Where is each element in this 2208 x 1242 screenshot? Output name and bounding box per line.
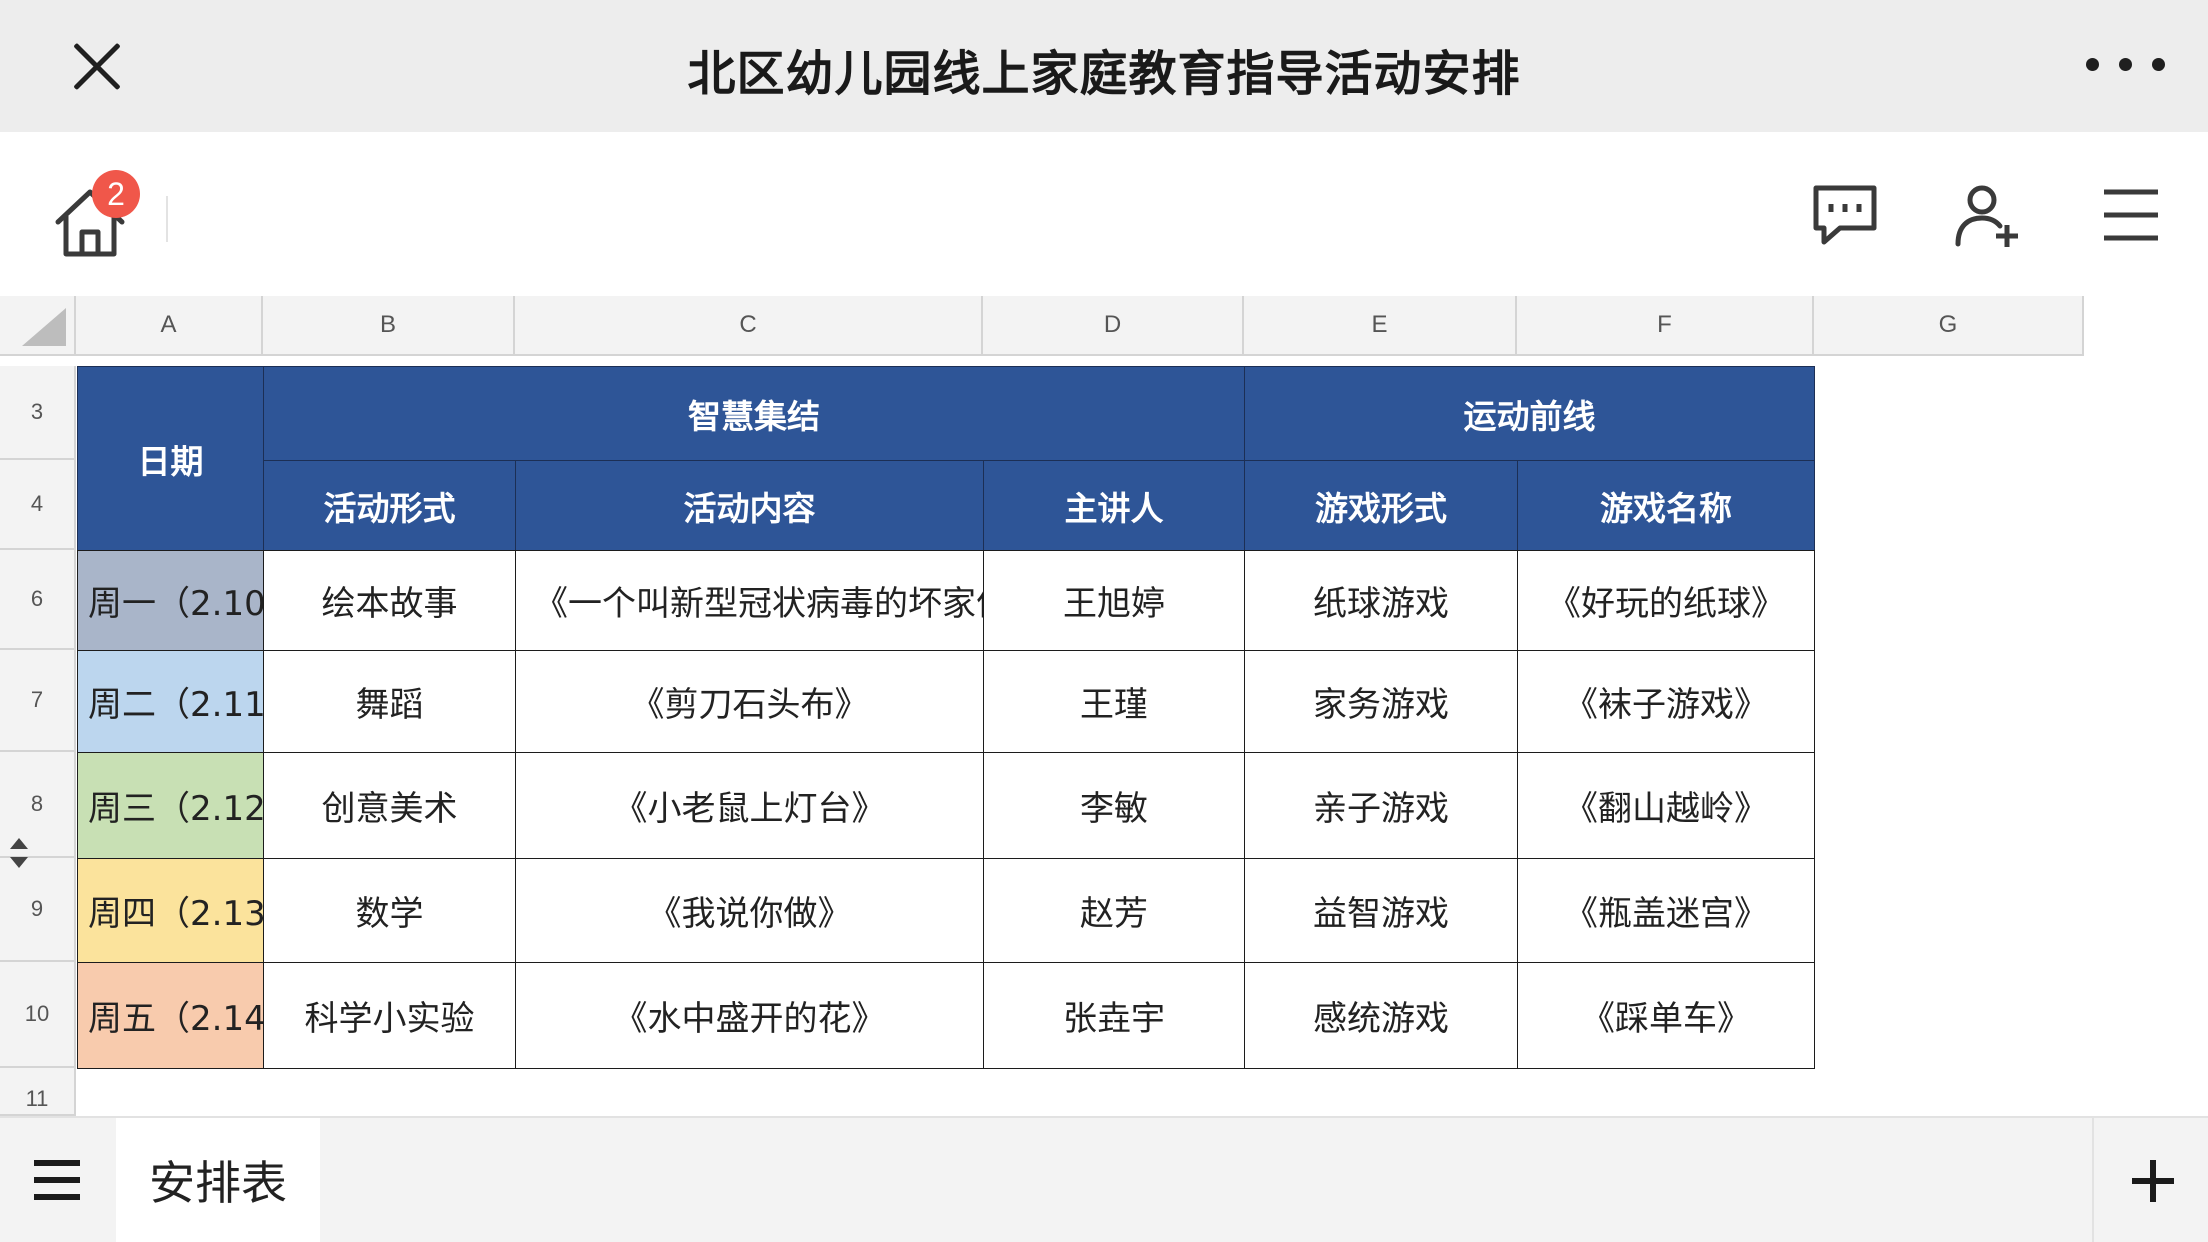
date-cell[interactable]: 周五（2.14) [77, 962, 264, 1069]
activity-content-cell[interactable]: 《水中盛开的花》 [515, 962, 984, 1069]
speaker-cell[interactable]: 赵芳 [983, 858, 1245, 963]
speaker-cell[interactable]: 王瑾 [983, 650, 1245, 753]
row-header-9[interactable]: 9 [0, 858, 76, 962]
date-cell[interactable]: 周一（2.10) [77, 550, 264, 651]
group-header-sports[interactable]: 运动前线 [1244, 366, 1815, 461]
comment-icon [1813, 185, 1877, 245]
more-options-icon[interactable] [2086, 58, 2166, 74]
game-name-cell[interactable]: 《踩单车》 [1517, 962, 1815, 1069]
column-header-e[interactable]: E [1244, 296, 1517, 356]
add-user-icon [1955, 185, 2018, 247]
subheader-speaker[interactable]: 主讲人 [983, 460, 1245, 551]
game-name-cell[interactable]: 《翻山越岭》 [1517, 752, 1815, 859]
row-header-10[interactable]: 10 [0, 962, 76, 1068]
notification-badge: 2 [92, 170, 140, 218]
activity-form-cell[interactable]: 数学 [263, 858, 516, 963]
activity-content-cell[interactable]: 《小老鼠上灯台》 [515, 752, 984, 859]
column-header-d[interactable]: D [983, 296, 1244, 356]
column-header-f[interactable]: F [1517, 296, 1814, 356]
menu-button[interactable] [2096, 180, 2166, 250]
activity-content-cell[interactable]: 《一个叫新型冠状病毒的坏家伙 [515, 550, 984, 651]
game-name-cell[interactable]: 《袜子游戏》 [1517, 650, 1815, 753]
row-header-6[interactable]: 6 [0, 550, 76, 650]
game-form-cell[interactable]: 家务游戏 [1244, 650, 1518, 753]
activity-form-cell[interactable]: 创意美术 [263, 752, 516, 859]
activity-form-cell[interactable]: 舞蹈 [263, 650, 516, 753]
date-cell[interactable]: 周二（2.11) [77, 650, 264, 753]
row-header-3[interactable]: 3 [0, 366, 76, 460]
spreadsheet-grid[interactable]: A B C D E F G 3 4 6 7 8 9 10 11 日期 智慧集结 … [0, 296, 2208, 1116]
row-resize-handle-icon[interactable] [8, 836, 30, 870]
game-form-cell[interactable]: 纸球游戏 [1244, 550, 1518, 651]
column-header-b[interactable]: B [263, 296, 515, 356]
column-header-c[interactable]: C [515, 296, 983, 356]
hamburger-menu-icon [2104, 189, 2158, 241]
comment-button[interactable] [1810, 180, 1880, 250]
select-all-corner[interactable] [0, 296, 76, 356]
page-title: 北区幼儿园线上家庭教育指导活动安排 [687, 46, 1521, 102]
sheet-tab-bar: 安排表 [0, 1116, 2208, 1242]
activity-form-cell[interactable]: 科学小实验 [263, 962, 516, 1069]
column-header-g[interactable]: G [1814, 296, 2084, 356]
subheader-activity-content[interactable]: 活动内容 [515, 460, 984, 551]
subheader-game-name[interactable]: 游戏名称 [1517, 460, 1815, 551]
speaker-cell[interactable]: 李敏 [983, 752, 1245, 859]
speaker-cell[interactable]: 王旭婷 [983, 550, 1245, 651]
row-header-4[interactable]: 4 [0, 460, 76, 550]
row-header-11[interactable]: 11 [0, 1068, 76, 1116]
date-cell[interactable]: 周三（2.12) [77, 752, 264, 859]
group-header-wisdom[interactable]: 智慧集结 [263, 366, 1245, 461]
activity-form-cell[interactable]: 绘本故事 [263, 550, 516, 651]
date-header-cell[interactable]: 日期 [77, 366, 264, 551]
column-header-a[interactable]: A [76, 296, 263, 356]
title-bar: 北区幼儿园线上家庭教育指导活动安排 [0, 0, 2208, 132]
sheet-tab-active[interactable]: 安排表 [116, 1118, 320, 1242]
row-header-7[interactable]: 7 [0, 650, 76, 752]
speaker-cell[interactable]: 张垚宇 [983, 962, 1245, 1069]
game-name-cell[interactable]: 《瓶盖迷宫》 [1517, 858, 1815, 963]
activity-content-cell[interactable]: 《剪刀石头布》 [515, 650, 984, 753]
game-name-cell[interactable]: 《好玩的纸球》 [1517, 550, 1815, 651]
toolbar: 2 [0, 132, 2208, 296]
date-cell[interactable]: 周四（2.13) [77, 858, 264, 963]
game-form-cell[interactable]: 亲子游戏 [1244, 752, 1518, 859]
toolbar-divider [166, 196, 168, 242]
activity-content-cell[interactable]: 《我说你做》 [515, 858, 984, 963]
subheader-game-form[interactable]: 游戏形式 [1244, 460, 1518, 551]
add-collaborator-button[interactable] [1952, 180, 2022, 250]
game-form-cell[interactable]: 益智游戏 [1244, 858, 1518, 963]
subheader-activity-form[interactable]: 活动形式 [263, 460, 516, 551]
game-form-cell[interactable]: 感统游戏 [1244, 962, 1518, 1069]
sheet-list-icon[interactable] [34, 1160, 80, 1200]
add-sheet-icon[interactable] [2092, 1118, 2208, 1242]
